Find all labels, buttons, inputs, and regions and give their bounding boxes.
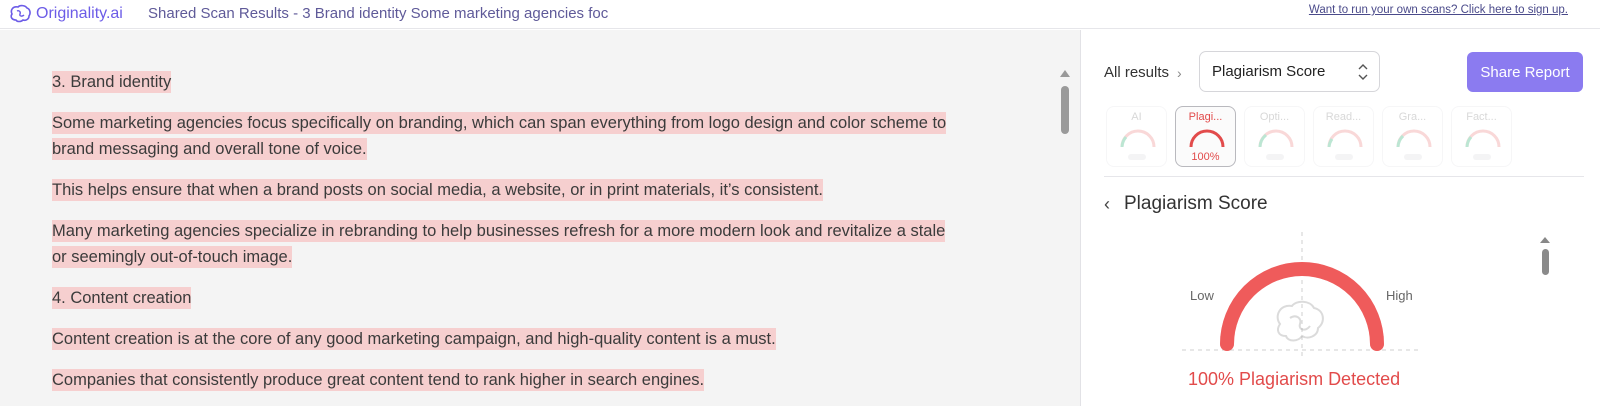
card-value: [1245, 151, 1304, 163]
paragraph: Companies that consistently produce grea…: [52, 367, 962, 393]
select-value: Plagiarism Score: [1212, 63, 1326, 80]
paragraph: 3. Brand identity: [52, 69, 962, 95]
gauge-result-text: 100% Plagiarism Detected: [1188, 369, 1401, 389]
highlighted-text[interactable]: Some marketing agencies focus specifical…: [52, 112, 947, 160]
score-cards: AI Plagi... 100% Opti... Read... Gra... …: [1106, 106, 1512, 167]
scroll-up-arrow-icon[interactable]: [1540, 237, 1550, 243]
result-type-select[interactable]: Plagiarism Score: [1199, 51, 1380, 92]
card-value: 100%: [1191, 151, 1220, 163]
card-value: [1383, 151, 1442, 163]
paragraph: Some marketing agencies focus specifical…: [52, 110, 962, 162]
breadcrumb-all-results[interactable]: All results: [1104, 64, 1169, 81]
paragraph: This helps ensure that when a brand post…: [52, 177, 962, 203]
highlighted-text[interactable]: Content creation is at the core of any g…: [52, 328, 776, 350]
mini-gauge-icon: [1396, 129, 1432, 148]
card-label: Read...: [1325, 111, 1362, 123]
mini-gauge-icon: [1258, 129, 1294, 148]
card-value: [1107, 151, 1166, 163]
gauge-high-label: High: [1386, 288, 1413, 303]
document-text: 3. Brand identity Some marketing agencie…: [52, 69, 962, 406]
highlighted-text[interactable]: This helps ensure that when a brand post…: [52, 179, 824, 201]
scrollbar-thumb[interactable]: [1542, 249, 1549, 275]
card-label: Fact...: [1466, 111, 1497, 123]
breadcrumb: All results ›: [1104, 64, 1182, 81]
card-value: [1452, 151, 1511, 163]
card-label: AI: [1131, 111, 1142, 123]
score-card-fact-check[interactable]: Fact...: [1451, 106, 1512, 167]
mini-gauge-icon: [1327, 129, 1363, 148]
share-report-button[interactable]: Share Report: [1467, 52, 1583, 92]
back-chevron-icon[interactable]: ‹: [1104, 194, 1110, 215]
logo[interactable]: Originality.ai: [8, 3, 123, 25]
card-label: Gra...: [1398, 111, 1427, 123]
score-card-plagiarism[interactable]: Plagi... 100%: [1175, 106, 1236, 167]
mini-gauge-icon: [1120, 129, 1156, 148]
scan-title: Shared Scan Results - 3 Brand identity S…: [148, 5, 609, 22]
card-label: Plagi...: [1188, 111, 1223, 123]
chevron-right-icon: ›: [1177, 64, 1182, 81]
brain-watermark-icon: [1276, 300, 1324, 342]
scroll-up-arrow-icon[interactable]: [1060, 70, 1070, 77]
brain-logo-icon: [10, 4, 31, 23]
divider: [1104, 176, 1584, 177]
mini-gauge-icon: [1189, 129, 1225, 148]
results-panel: All results › Plagiarism Score Share Rep…: [1082, 30, 1600, 406]
results-scrollbar[interactable]: [1540, 237, 1550, 397]
gauge-low-label: Low: [1190, 288, 1214, 303]
paragraph: Content creation is at the core of any g…: [52, 326, 962, 352]
top-bar: Originality.ai Shared Scan Results - 3 B…: [0, 0, 1600, 29]
paragraph: Many marketing agencies specialize in re…: [52, 218, 962, 270]
document-scrollbar[interactable]: [1060, 70, 1070, 406]
paragraph: 4. Content creation: [52, 285, 962, 311]
highlighted-text[interactable]: Companies that consistently produce grea…: [52, 369, 705, 391]
highlighted-text[interactable]: Many marketing agencies specialize in re…: [52, 220, 946, 268]
score-card-grammar[interactable]: Gra...: [1382, 106, 1443, 167]
highlighted-text[interactable]: 3. Brand identity: [52, 71, 172, 93]
section-header: ‹ Plagiarism Score: [1104, 193, 1268, 215]
score-card-ai[interactable]: AI: [1106, 106, 1167, 167]
highlighted-text[interactable]: 4. Content creation: [52, 287, 192, 309]
section-title: Plagiarism Score: [1124, 193, 1268, 214]
card-value: [1314, 151, 1373, 163]
score-card-optimization[interactable]: Opti...: [1244, 106, 1305, 167]
score-card-readability[interactable]: Read...: [1313, 106, 1374, 167]
document-pane: 3. Brand identity Some marketing agencie…: [0, 30, 1081, 406]
mini-gauge-icon: [1465, 129, 1501, 148]
logo-text: Originality.ai: [36, 5, 123, 22]
card-label: Opti...: [1259, 111, 1290, 123]
signup-link[interactable]: Want to run your own scans? Click here t…: [1309, 4, 1568, 16]
scrollbar-thumb[interactable]: [1061, 86, 1069, 134]
updown-chevron-icon: [1358, 64, 1368, 80]
